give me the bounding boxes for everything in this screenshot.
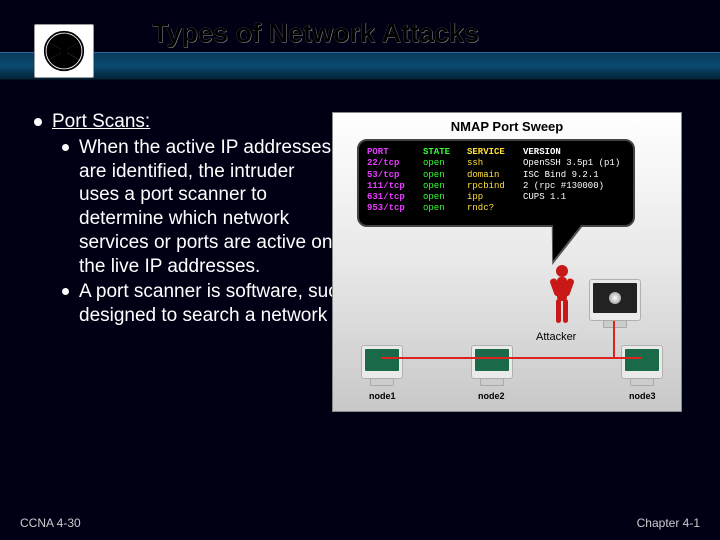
node-computer-icon: [471, 345, 513, 379]
figure-title: NMAP Port Sweep: [333, 119, 681, 134]
attacker-label: Attacker: [536, 331, 576, 343]
diagram-figure: NMAP Port Sweep PORT STATE SERVICE VERSI…: [332, 112, 682, 412]
network-wire: [613, 321, 615, 357]
footer-left: CCNA 4-30: [20, 516, 81, 530]
radiation-icon: [43, 30, 85, 72]
col-port: PORT: [367, 147, 423, 158]
bullet-icon: [62, 288, 69, 295]
node-computer-icon: [621, 345, 663, 379]
slide-title: Types of Network Attacks: [152, 18, 479, 49]
terminal-bubble: PORT STATE SERVICE VERSION 22/tcpopenssh…: [357, 139, 635, 227]
sub-bullet-1-text: When the active IP addresses are identif…: [79, 136, 339, 279]
node-label: node1: [369, 391, 396, 401]
bullet-main-text: Port Scans:: [52, 111, 150, 132]
bullet-icon: [62, 144, 69, 151]
node-label: node2: [478, 391, 505, 401]
bullet-icon: [34, 118, 42, 126]
node-computer-icon: [361, 345, 403, 379]
footer-right: Chapter 4-1: [637, 516, 700, 530]
col-version: VERSION: [523, 147, 625, 158]
col-service: SERVICE: [467, 147, 523, 158]
speech-tail: [543, 225, 581, 261]
network-wire: [381, 357, 641, 359]
header-band: [0, 52, 720, 80]
attacker-icon: [547, 263, 577, 327]
col-state: STATE: [423, 147, 467, 158]
attacker-computer-icon: [589, 279, 641, 321]
logo-icon: [34, 24, 94, 78]
node-label: node3: [629, 391, 656, 401]
